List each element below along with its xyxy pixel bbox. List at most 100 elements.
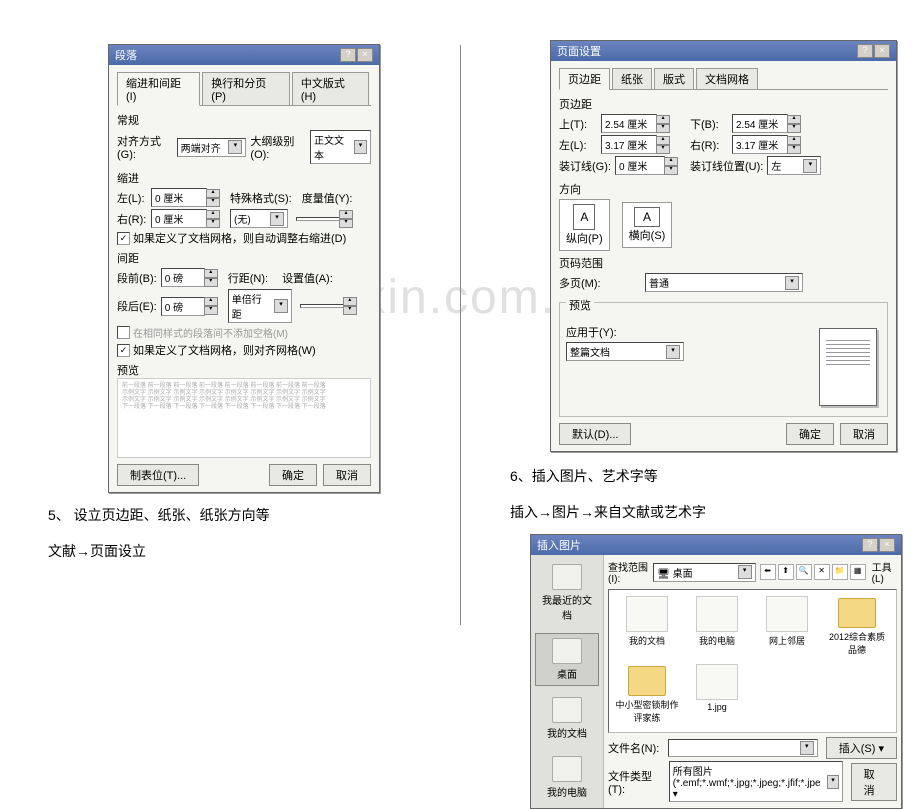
orient-section: 方向 xyxy=(559,181,888,197)
spin-up-icon[interactable]: ▴ xyxy=(343,297,357,306)
file-item[interactable]: 我的文档 xyxy=(615,596,679,658)
tab-margins[interactable]: 页边距 xyxy=(559,68,610,90)
landscape-label: 横向(S) xyxy=(629,227,666,243)
spin-up-icon[interactable]: ▴ xyxy=(204,269,218,278)
help-icon[interactable]: ? xyxy=(340,48,356,62)
spin-up-icon[interactable]: ▴ xyxy=(206,210,220,219)
outline-select[interactable]: 正文文本▾ xyxy=(310,130,371,164)
spin-down-icon[interactable]: ▾ xyxy=(787,145,801,154)
checkbox[interactable]: ✓ xyxy=(117,344,130,357)
ok-button[interactable]: 确定 xyxy=(786,423,834,445)
spin-up-icon[interactable]: ▴ xyxy=(656,115,670,124)
close-icon[interactable]: × xyxy=(879,538,895,552)
search-icon[interactable]: 🔍 xyxy=(796,564,812,580)
filetype-label: 文件类型(T): xyxy=(608,768,665,796)
file-item[interactable]: 我的电脑 xyxy=(685,596,749,658)
tab-pagination[interactable]: 换行和分页(P) xyxy=(202,72,290,106)
right-spinner[interactable]: 3.17 厘米▴▾ xyxy=(732,135,801,154)
spin-down-icon[interactable]: ▾ xyxy=(664,166,678,175)
file-item[interactable]: 中小型密锁制作评家练 xyxy=(615,664,679,726)
lookin-select[interactable]: 🖥 桌面▾ xyxy=(653,563,756,582)
help-icon[interactable]: ? xyxy=(862,538,878,552)
special-select[interactable]: (无)▾ xyxy=(230,209,288,228)
ok-button[interactable]: 确定 xyxy=(269,464,317,486)
spin-down-icon[interactable]: ▾ xyxy=(206,219,220,228)
delete-icon[interactable]: ✕ xyxy=(814,564,830,580)
left-indent-spinner[interactable]: 0 厘米▴▾ xyxy=(151,188,220,207)
tools-label[interactable]: 工具(L) xyxy=(872,559,897,585)
bottom-label: 下(B): xyxy=(690,116,728,132)
spin-down-icon[interactable]: ▾ xyxy=(343,306,357,315)
tab-bar: 页边距 纸张 版式 文档网格 xyxy=(559,67,888,90)
help-icon[interactable]: ? xyxy=(857,44,873,58)
gutter-pos-select[interactable]: 左▾ xyxy=(767,156,821,175)
checkbox[interactable]: ✓ xyxy=(117,232,130,245)
spin-down-icon[interactable]: ▾ xyxy=(656,124,670,133)
top-spinner[interactable]: 2.54 厘米▴▾ xyxy=(601,114,670,133)
left-spinner[interactable]: 3.17 厘米▴▾ xyxy=(601,135,670,154)
place-recent[interactable]: 我最近的文档 xyxy=(535,559,599,627)
spin-up-icon[interactable]: ▴ xyxy=(787,115,801,124)
line-select[interactable]: 单倍行距▾ xyxy=(228,289,292,323)
tab-paper[interactable]: 纸张 xyxy=(612,68,652,90)
filetype-select[interactable]: 所有图片(*.emf;*.wmf;*.jpg;*.jpeg;*.jfif;*.j… xyxy=(669,761,843,802)
filename-input[interactable]: ▾ xyxy=(668,739,818,757)
align-select[interactable]: 两端对齐▾ xyxy=(177,138,247,157)
tab-layout[interactable]: 版式 xyxy=(654,68,694,90)
spin-down-icon[interactable]: ▾ xyxy=(204,306,218,315)
gutter-spinner[interactable]: 0 厘米▴▾ xyxy=(615,156,678,175)
back-icon[interactable]: ⬅ xyxy=(760,564,776,580)
right-indent-spinner[interactable]: 0 厘米▴▾ xyxy=(151,209,220,228)
spin-up-icon[interactable]: ▴ xyxy=(204,297,218,306)
tabs-button[interactable]: 制表位(T)... xyxy=(117,464,199,486)
views-icon[interactable]: ▦ xyxy=(850,564,866,580)
close-icon[interactable]: × xyxy=(357,48,373,62)
file-item[interactable]: 网上邻居 xyxy=(755,596,819,658)
new-folder-icon[interactable]: 📁 xyxy=(832,564,848,580)
file-item[interactable]: 1.jpg xyxy=(685,664,749,726)
apply-select[interactable]: 整篇文档▾ xyxy=(566,342,684,361)
spin-down-icon[interactable]: ▾ xyxy=(656,145,670,154)
after-spinner[interactable]: 0 磅▴▾ xyxy=(161,297,218,316)
default-button[interactable]: 默认(D)... xyxy=(559,423,631,445)
setvalue-spinner[interactable]: ▴▾ xyxy=(300,297,357,315)
before-spinner[interactable]: 0 磅▴▾ xyxy=(161,268,218,287)
tab-grid[interactable]: 文档网格 xyxy=(696,68,758,90)
up-icon[interactable]: ⬆ xyxy=(778,564,794,580)
portrait-option[interactable]: A 纵向(P) xyxy=(559,199,610,251)
auto-indent-label: 如果定义了文档网格，则自动调整右缩进(D) xyxy=(133,230,346,246)
chevron-down-icon: ▾ xyxy=(354,140,367,154)
cancel-button[interactable]: 取消 xyxy=(851,763,897,801)
page-setup-dialog: 页面设置 ? × 页边距 纸张 版式 文档网格 页边距 上(T): 2.54 厘… xyxy=(550,40,897,452)
multi-select[interactable]: 普通▾ xyxy=(645,273,803,292)
place-mycomputer[interactable]: 我的电脑 xyxy=(535,751,599,804)
spin-up-icon[interactable]: ▴ xyxy=(339,210,353,219)
file-grid[interactable]: 我的文档 我的电脑 网上邻居 2012综合素质品德 中小型密锁制作评家练 1.j… xyxy=(608,589,897,733)
spin-up-icon[interactable]: ▴ xyxy=(656,136,670,145)
checkbox[interactable] xyxy=(117,326,130,339)
spin-down-icon[interactable]: ▾ xyxy=(204,278,218,287)
spin-up-icon[interactable]: ▴ xyxy=(206,189,220,198)
titlebar: 插入图片 ? × xyxy=(531,535,901,555)
chevron-down-icon: ▾ xyxy=(803,159,817,173)
tab-indent[interactable]: 缩进和间距(I) xyxy=(117,72,200,106)
before-label: 段前(B): xyxy=(117,270,157,286)
spin-up-icon[interactable]: ▴ xyxy=(664,157,678,166)
landscape-option[interactable]: A 横向(S) xyxy=(622,202,673,248)
folder-icon xyxy=(838,598,876,628)
tab-chinese[interactable]: 中文版式(H) xyxy=(292,72,369,106)
close-icon[interactable]: × xyxy=(874,44,890,58)
spin-down-icon[interactable]: ▾ xyxy=(787,124,801,133)
bottom-spinner[interactable]: 2.54 厘米▴▾ xyxy=(732,114,801,133)
measure-spinner[interactable]: ▴▾ xyxy=(296,210,353,228)
file-item[interactable]: 2012综合素质品德 xyxy=(825,596,889,658)
spin-down-icon[interactable]: ▾ xyxy=(206,198,220,207)
place-desktop[interactable]: 桌面 xyxy=(535,633,599,686)
cancel-button[interactable]: 取消 xyxy=(323,464,371,486)
cancel-button[interactable]: 取消 xyxy=(840,423,888,445)
step-6-text: 6、插入图片、艺术字等 xyxy=(510,462,910,490)
place-mydocs[interactable]: 我的文档 xyxy=(535,692,599,745)
spin-up-icon[interactable]: ▴ xyxy=(787,136,801,145)
insert-button[interactable]: 插入(S) ▾ xyxy=(826,737,897,759)
spin-down-icon[interactable]: ▾ xyxy=(339,219,353,228)
